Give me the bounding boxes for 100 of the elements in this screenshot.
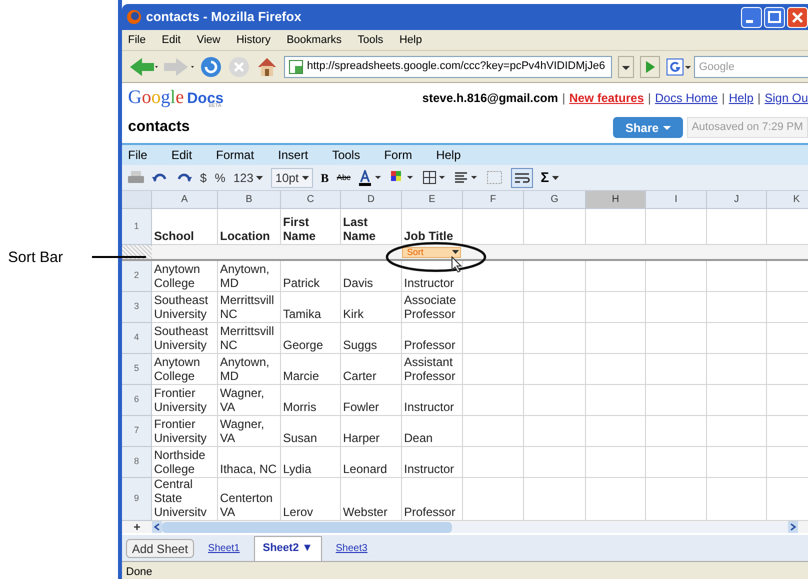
menu-item[interactable]: Format <box>216 146 254 164</box>
caret-icon[interactable] <box>302 174 309 181</box>
column-header[interactable]: G <box>524 191 586 209</box>
caret-icon[interactable] <box>552 174 559 181</box>
table-cell: Ithaca, NC <box>218 447 281 478</box>
page-icon[interactable] <box>289 60 303 74</box>
table-cell: Associate Professor <box>402 292 463 323</box>
menu-item[interactable]: Help <box>436 146 461 164</box>
header-link[interactable]: New features <box>569 88 644 106</box>
empty-cell <box>646 292 707 323</box>
empty-cell <box>524 354 586 385</box>
number-format-button[interactable]: 123 <box>233 168 264 186</box>
bold-button[interactable]: B <box>320 168 329 186</box>
caret-icon[interactable] <box>256 174 264 181</box>
reload-icon[interactable] <box>200 56 222 78</box>
menu-item[interactable]: View <box>196 32 220 48</box>
menu-item[interactable]: Insert <box>278 146 308 164</box>
scroll-left-icon[interactable] <box>152 521 162 533</box>
column-header[interactable]: B <box>218 191 281 209</box>
menu-item[interactable]: File <box>128 32 146 48</box>
currency-button[interactable]: $ <box>200 168 207 186</box>
table-cell: Leonard <box>341 447 402 478</box>
empty-cell <box>463 292 524 323</box>
empty-cell <box>463 354 524 385</box>
column-header[interactable]: E <box>402 191 463 209</box>
empty-cell <box>524 323 586 354</box>
menu-item[interactable]: Form <box>384 146 412 164</box>
header-link[interactable]: Docs Home <box>655 88 718 106</box>
table-cell: Frontier University <box>152 416 218 447</box>
sheet-tab[interactable]: Sheet3 <box>336 540 368 556</box>
header-link[interactable]: Sign Ou <box>764 88 808 106</box>
empty-cell <box>463 323 524 354</box>
row-number[interactable]: 5 <box>122 354 152 385</box>
column-header[interactable]: J <box>707 191 767 209</box>
home-icon[interactable] <box>256 56 278 78</box>
column-header[interactable]: H <box>586 191 646 209</box>
text-color-icon[interactable] <box>358 170 383 186</box>
row-number[interactable]: 1 <box>122 209 152 245</box>
sheet-tab[interactable]: Sheet1 <box>208 540 240 556</box>
url-field[interactable]: http://spreadsheets.google.com/ccc?key=pcPv4hVIDIDMjJe6 <box>284 56 612 78</box>
column-header[interactable]: D <box>341 191 402 209</box>
table-cell: Southeast University <box>152 323 218 354</box>
empty-cell <box>463 416 524 447</box>
row-number[interactable]: 2 <box>122 261 152 292</box>
table-cell: Wagner, VA <box>218 385 281 416</box>
table-cell: Patrick <box>281 261 341 292</box>
sheet-tab[interactable]: Sheet2 ▼ <box>254 536 322 560</box>
menu-item[interactable]: Edit <box>162 32 181 48</box>
column-header[interactable]: A <box>152 191 218 209</box>
merge-cells-icon[interactable] <box>486 170 503 184</box>
menu-item[interactable]: Bookmarks <box>286 32 342 48</box>
add-sheet-button[interactable]: Add Sheet <box>126 538 194 558</box>
status-text: Done <box>126 564 152 579</box>
close-icon[interactable] <box>787 6 808 28</box>
row-number[interactable]: 3 <box>122 292 152 323</box>
table-cell: Davis <box>341 261 402 292</box>
table-cell: Suggs <box>341 323 402 354</box>
table-cell: Instructor <box>402 447 463 478</box>
dropdown-icon[interactable] <box>618 56 634 78</box>
borders-icon[interactable] <box>422 170 447 184</box>
table-cell: Harper <box>341 416 402 447</box>
menu-item[interactable]: Tools <box>332 146 360 164</box>
empty-cell <box>586 292 646 323</box>
menu-item[interactable]: File <box>128 146 148 164</box>
align-icon[interactable] <box>454 170 479 184</box>
row-number[interactable]: 6 <box>122 385 152 416</box>
column-header[interactable]: F <box>463 191 524 209</box>
minimize-icon[interactable] <box>741 6 762 28</box>
search-field[interactable]: Google <box>694 56 808 78</box>
maximize-icon[interactable] <box>764 6 785 28</box>
row-number[interactable]: 4 <box>122 323 152 354</box>
go-icon[interactable] <box>640 56 660 78</box>
row-number[interactable]: 7 <box>122 416 152 447</box>
scrollbar-thumb[interactable] <box>162 522 452 532</box>
redo-icon[interactable] <box>176 172 192 184</box>
header-link[interactable]: Help <box>728 88 754 106</box>
column-header[interactable]: K <box>767 191 808 209</box>
scroll-right-icon[interactable] <box>788 521 798 533</box>
empty-cell <box>586 416 646 447</box>
share-button[interactable]: Share <box>613 117 683 138</box>
row-number[interactable]: 9 <box>122 478 152 521</box>
menu-item[interactable]: Edit <box>171 146 192 164</box>
search-engine-icon[interactable] <box>666 56 692 76</box>
sum-button[interactable]: Σ <box>540 167 559 188</box>
strikethrough-button[interactable]: Abc <box>336 172 351 184</box>
menu-item[interactable]: Help <box>399 32 422 48</box>
autosave-status: Autosaved on 7:29 PM <box>686 117 808 138</box>
column-header[interactable]: C <box>281 191 341 209</box>
row-number[interactable]: 8 <box>122 447 152 478</box>
font-size-button[interactable]: 10pt <box>271 168 313 188</box>
column-header[interactable]: I <box>646 191 707 209</box>
wrap-text-icon[interactable] <box>510 168 533 188</box>
percent-button[interactable]: % <box>214 168 226 186</box>
table-cell: Fowler <box>341 385 402 416</box>
add-row-button[interactable]: + <box>122 521 152 533</box>
table-cell: Northside College <box>152 447 218 478</box>
menu-item[interactable]: Tools <box>358 32 384 48</box>
menu-item[interactable]: History <box>236 32 271 48</box>
table-cell: Susan <box>281 416 341 447</box>
undo-icon[interactable] <box>152 172 168 184</box>
